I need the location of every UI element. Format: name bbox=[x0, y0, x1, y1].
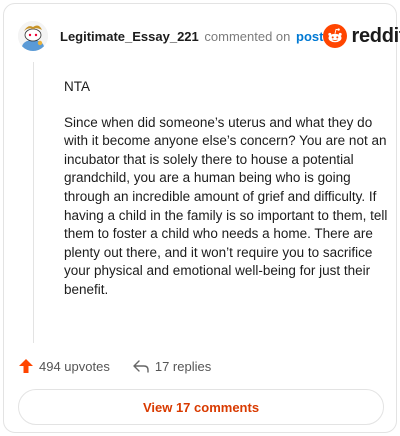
comment-byline: Legitimate_Essay_221 commented on post bbox=[60, 29, 323, 44]
comment-author[interactable]: Legitimate_Essay_221 bbox=[60, 29, 199, 44]
reply-stat[interactable]: 17 replies bbox=[132, 358, 211, 374]
thread-line bbox=[33, 62, 34, 343]
avatar[interactable] bbox=[18, 21, 48, 51]
reply-count: 17 replies bbox=[154, 358, 212, 374]
comment-card: Legitimate_Essay_221 commented on post r… bbox=[3, 3, 400, 433]
reddit-logo-icon bbox=[323, 24, 348, 48]
reply-arrow-icon bbox=[133, 360, 149, 373]
view-comments-button[interactable]: View 17 comments bbox=[18, 389, 384, 425]
comment-footer: 494 upvotes 17 replies bbox=[18, 356, 211, 376]
upvote-stat[interactable]: 494 upvotes bbox=[18, 358, 110, 374]
upvote-count: 494 upvotes bbox=[39, 358, 110, 374]
upvote-arrow-icon bbox=[19, 359, 33, 373]
comment-paragraph: Since when did someone’s uterus and what… bbox=[64, 114, 388, 297]
reddit-wordmark: reddit bbox=[351, 24, 400, 47]
post-link[interactable]: post bbox=[296, 29, 323, 44]
comment-verb: commented on bbox=[204, 28, 291, 44]
comment-body: NTA Since when did someone’s uterus and … bbox=[64, 78, 392, 317]
comment-paragraph: NTA bbox=[64, 79, 90, 94]
reddit-brand[interactable]: reddit bbox=[323, 24, 400, 48]
comment-header: Legitimate_Essay_221 commented on post r… bbox=[18, 20, 400, 52]
